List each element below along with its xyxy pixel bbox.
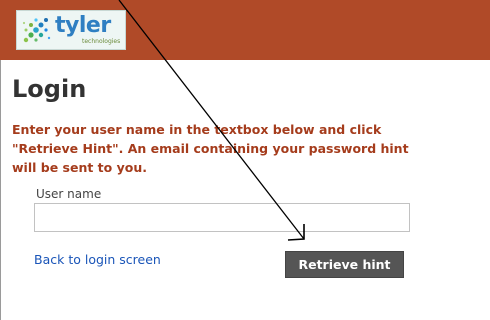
company-logo: tyler technologies <box>16 10 126 50</box>
logo-dots-icon <box>22 18 51 43</box>
logo-subtext: technologies <box>82 38 121 45</box>
page-title: Login <box>12 75 87 103</box>
username-input[interactable] <box>34 203 410 232</box>
header-bar: tyler technologies <box>0 0 490 60</box>
back-to-login-link[interactable]: Back to login screen <box>34 252 161 267</box>
logo-wordmark: tyler <box>55 13 111 38</box>
retrieve-hint-button[interactable]: Retrieve hint <box>285 251 404 278</box>
instructions-text: Enter your user name in the textbox belo… <box>12 122 409 175</box>
username-label: User name <box>36 187 102 201</box>
